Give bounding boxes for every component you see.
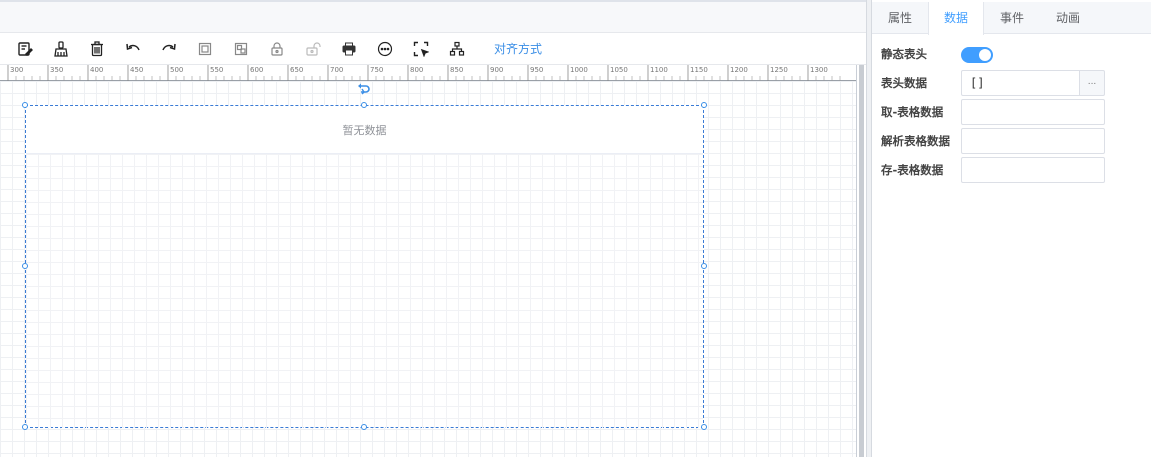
ruler-label: 650	[290, 66, 303, 74]
editor-area: 对齐方式 300 350 400 450 500 550 600 650 700 750 800 85…	[0, 2, 866, 457]
circle-more-icon[interactable]	[374, 38, 396, 60]
tab-properties[interactable]: 属性	[872, 2, 928, 34]
ruler-label: 1250	[770, 66, 788, 74]
align-menu-link[interactable]: 对齐方式	[494, 40, 542, 57]
horizontal-ruler: 300 350 400 450 500 550 600 650 700 750 800 850 900 9…	[0, 65, 858, 81]
editor-header	[0, 2, 866, 33]
header-data-label: 表头数据	[881, 76, 927, 90]
save-table-row: 存-表格数据	[872, 157, 1151, 183]
resize-handle-top-right[interactable]	[701, 102, 707, 108]
header-data-row: 表头数据 [] ...	[872, 70, 1151, 96]
static-header-label: 静态表头	[881, 47, 927, 61]
ruler-label: 600	[250, 66, 263, 74]
get-table-label: 取-表格数据	[881, 105, 944, 119]
table-header: 暂无数据	[26, 106, 703, 154]
header-data-more-button[interactable]: ...	[1079, 70, 1105, 96]
header-data-input[interactable]: []	[961, 70, 1081, 96]
paste-icon[interactable]	[230, 38, 252, 60]
ruler-label: 850	[450, 66, 463, 74]
ruler-ticks: 300 350 400 450 500 550 600 650 700 750 800 850 900 9…	[7, 65, 841, 81]
unlock-icon[interactable]	[302, 38, 324, 60]
lock-icon[interactable]	[266, 38, 288, 60]
resize-handle-bottom-right[interactable]	[701, 424, 707, 430]
ruler-label: 300	[10, 66, 23, 74]
ruler-label: 400	[90, 66, 103, 74]
copy-icon[interactable]	[194, 38, 216, 60]
table-widget[interactable]: 暂无数据	[25, 105, 704, 428]
ruler-label: 1300	[810, 66, 828, 74]
empty-data-text: 暂无数据	[342, 123, 387, 137]
ruler-label: 950	[530, 66, 543, 74]
undo-icon[interactable]	[122, 38, 144, 60]
ruler-label: 700	[330, 66, 343, 74]
tab-events[interactable]: 事件	[984, 2, 1040, 34]
toggle-knob	[979, 49, 991, 61]
ruler-label: 550	[210, 66, 223, 74]
format-brush-icon[interactable]	[50, 38, 72, 60]
redo-icon[interactable]	[158, 38, 180, 60]
trash-icon[interactable]	[86, 38, 108, 60]
static-header-toggle[interactable]	[961, 47, 993, 63]
panel-tabs: 属性 数据 事件 动画	[872, 2, 1151, 35]
tab-data[interactable]: 数据	[928, 2, 984, 35]
ruler-label: 750	[370, 66, 383, 74]
vertical-scrollbar[interactable]	[856, 65, 866, 457]
get-table-row: 取-表格数据	[872, 99, 1151, 125]
ruler-label: 1200	[730, 66, 748, 74]
table-body	[26, 154, 703, 428]
select-area-icon[interactable]	[410, 38, 432, 60]
ruler-label: 450	[130, 66, 143, 74]
vertical-scrollbar-thumb[interactable]	[859, 65, 864, 457]
resize-handle-bottom-left[interactable]	[22, 424, 28, 430]
edit-icon[interactable]	[14, 38, 36, 60]
parse-table-label: 解析表格数据	[881, 134, 950, 148]
design-canvas[interactable]: 暂无数据	[0, 81, 856, 457]
ruler-label: 500	[170, 66, 183, 74]
printer-icon[interactable]	[338, 38, 360, 60]
ruler-label: 1100	[650, 66, 668, 74]
ruler-label: 1150	[690, 66, 708, 74]
tab-animation[interactable]: 动画	[1040, 2, 1096, 34]
app-root: 对齐方式 300 350 400 450 500 550 600 650 700 750 800 85…	[0, 0, 1151, 457]
resize-handle-top[interactable]	[361, 102, 367, 108]
get-table-input[interactable]	[961, 99, 1105, 125]
save-table-input[interactable]	[961, 157, 1105, 183]
static-header-row: 静态表头	[872, 41, 1151, 67]
parse-table-input[interactable]	[961, 128, 1105, 154]
parse-table-row: 解析表格数据	[872, 128, 1151, 154]
ruler-label: 350	[50, 66, 63, 74]
resize-handle-top-left[interactable]	[22, 102, 28, 108]
ruler-label: 800	[410, 66, 423, 74]
save-table-label: 存-表格数据	[881, 163, 944, 177]
resize-handle-right[interactable]	[701, 263, 707, 269]
resize-handle-bottom[interactable]	[361, 424, 367, 430]
toolbar: 对齐方式	[0, 33, 866, 65]
properties-panel: 属性 数据 事件 动画 静态表头 表头数据 [] ... 取-表格数据 解析表格…	[872, 0, 1151, 457]
ruler-label: 1050	[610, 66, 628, 74]
rotate-handle-icon[interactable]	[357, 83, 371, 95]
resize-handle-left[interactable]	[22, 263, 28, 269]
ruler-label: 900	[490, 66, 503, 74]
ruler-label: 1000	[570, 66, 588, 74]
hierarchy-icon[interactable]	[446, 38, 468, 60]
